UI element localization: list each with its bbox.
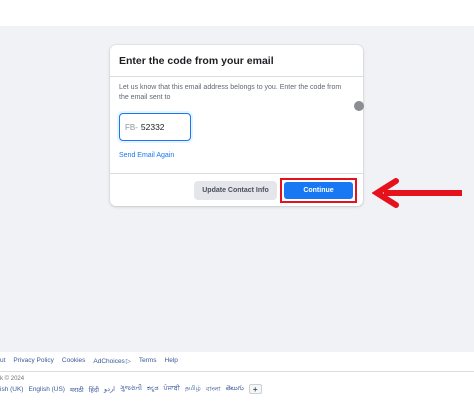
footer-divider <box>110 173 363 174</box>
footer-links: ut Privacy Policy Cookies AdChoices▷ Ter… <box>0 357 178 367</box>
footer-divider-line <box>0 371 474 372</box>
language-option[interactable]: ish (UK) <box>0 386 23 393</box>
send-email-again-link[interactable]: Send Email Again <box>119 152 174 159</box>
dialog-title: Enter the code from your email <box>119 55 274 67</box>
dialog-description: Let us know that this email address belo… <box>119 84 342 101</box>
copyright-text: k © 2024 <box>0 376 25 382</box>
code-value: 52332 <box>140 122 165 132</box>
language-option[interactable]: ਪੰਜਾਬੀ <box>164 385 180 393</box>
code-prefix: FB- <box>125 122 138 132</box>
language-option[interactable]: తెలుగు <box>226 385 244 394</box>
language-option[interactable]: தமிழ் <box>185 385 201 393</box>
continue-button[interactable]: Continue <box>284 182 353 199</box>
red-arrow-icon <box>372 178 462 208</box>
footer-link-cookies[interactable]: Cookies <box>62 357 85 367</box>
language-option[interactable]: বাংলা <box>206 384 221 395</box>
footer-link-about[interactable]: ut <box>0 357 5 367</box>
footer-link-privacy[interactable]: Privacy Policy <box>13 357 53 367</box>
title-divider <box>110 76 363 77</box>
language-option[interactable]: ગુજરાતી <box>120 385 142 393</box>
top-bar <box>0 0 474 26</box>
update-contact-info-button[interactable]: Update Contact Info <box>194 181 277 200</box>
language-option[interactable]: English (US) <box>28 386 64 393</box>
add-language-button[interactable]: + <box>248 384 262 394</box>
adchoices-icon: ▷ <box>125 358 131 365</box>
footer-link-adchoices-label: AdChoices <box>93 358 125 365</box>
language-option[interactable]: हिंदी <box>89 385 99 394</box>
language-option[interactable]: मराठी <box>70 385 84 394</box>
footer-link-terms[interactable]: Terms <box>139 357 157 367</box>
scrollbar-thumb[interactable] <box>354 101 364 111</box>
verification-dialog: Enter the code from your email Let us kn… <box>110 45 363 206</box>
language-option[interactable]: اردو <box>104 385 115 393</box>
footer-link-help[interactable]: Help <box>165 357 178 367</box>
code-input[interactable]: FB- 52332 <box>119 113 191 141</box>
footer-link-adchoices[interactable]: AdChoices▷ <box>93 357 130 367</box>
language-option[interactable]: ಕನ್ನಡ <box>147 385 159 393</box>
language-selector: ish (UK) English (US) मराठी हिंदी اردو ગ… <box>0 383 262 395</box>
